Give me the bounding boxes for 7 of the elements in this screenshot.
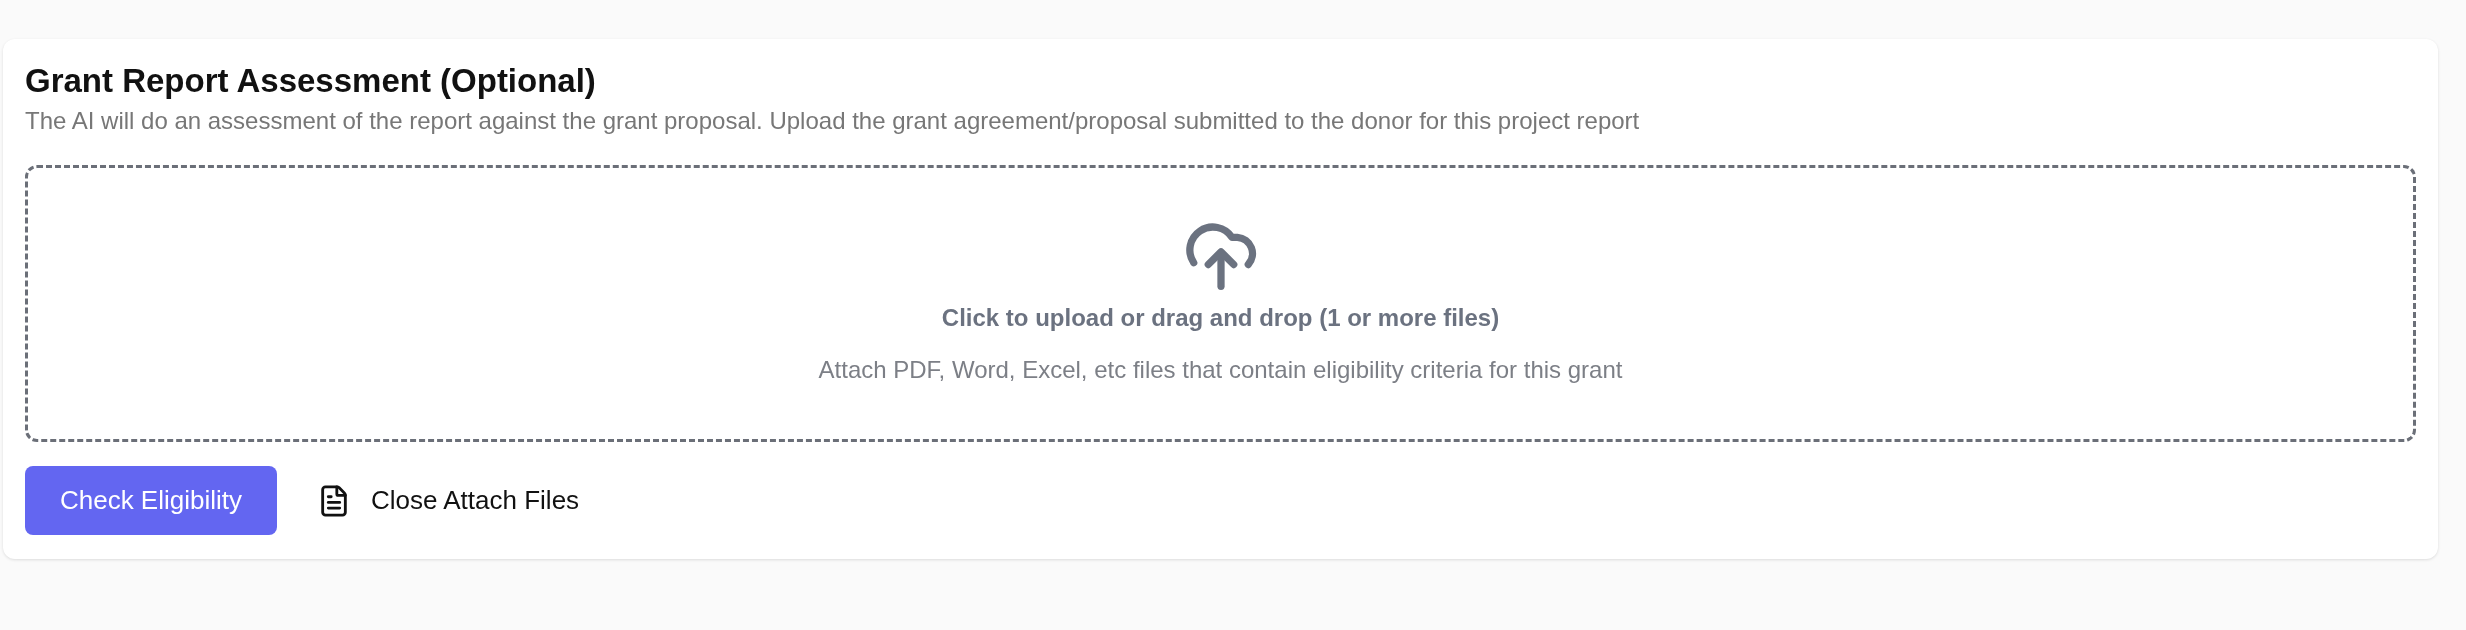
upload-prompt: Click to upload or drag and drop (1 or more files) (941, 303, 1500, 333)
section-title: Grant Report Assessment (Optional) (25, 61, 597, 101)
close-attach-files-button[interactable]: Close Attach Files (317, 481, 580, 520)
file-dropzone[interactable]: Click to upload or drag and drop (1 or more files) Attach PDF, Word, Excel, etc files that contain eligibility criteria for this grant (25, 165, 2416, 442)
section-description: The AI will do an assessment of the report against the grant proposal. Upload the grant agreement/proposal submitted to the donor for this project report (25, 106, 1641, 136)
check-eligibility-button[interactable]: Check Eligibility (25, 466, 277, 535)
upload-hint: Attach PDF, Word, Excel, etc files that contain eligibility criteria for this grant (818, 355, 1623, 385)
